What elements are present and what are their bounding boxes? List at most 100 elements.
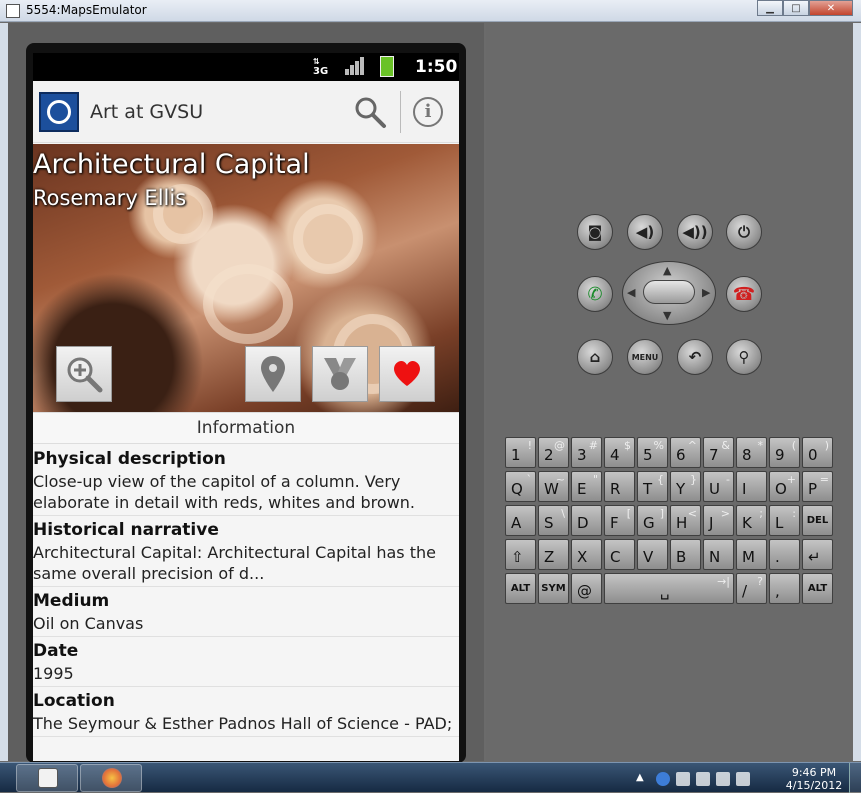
key-row3-6[interactable]: J >	[703, 505, 734, 536]
key-row2-6[interactable]: U-	[703, 471, 734, 502]
key-row4-3[interactable]: C	[604, 539, 635, 570]
key-row3-7[interactable]: K;	[736, 505, 767, 536]
key-row2-1[interactable]: W ~	[538, 471, 569, 502]
show-desktop-button[interactable]	[849, 763, 861, 793]
detail-historical-narrative[interactable]: Historical narrative Architectural Capit…	[33, 516, 459, 587]
volume-up-button[interactable]: ◀))	[677, 214, 713, 250]
zoom-button[interactable]	[56, 346, 112, 402]
key-label: 8	[742, 446, 752, 464]
key-row5-0[interactable]: ALT	[505, 573, 536, 604]
key-row5-1[interactable]: SYM	[538, 573, 569, 604]
key-row1-9[interactable]: 0)	[802, 437, 833, 468]
minimize-button[interactable]: ▁	[757, 0, 783, 16]
key-alt-label: &	[721, 439, 730, 452]
key-row5-2[interactable]: @	[571, 573, 602, 604]
home-button[interactable]: ⌂	[577, 339, 613, 375]
key-row2-8[interactable]: O +	[769, 471, 800, 502]
key-row2-3[interactable]: R	[604, 471, 635, 502]
key-row3-4[interactable]: G]	[637, 505, 668, 536]
tray-power-icon[interactable]	[696, 772, 710, 786]
clock-date: 4/15/2012	[785, 779, 843, 792]
tray-volume-icon[interactable]	[736, 772, 750, 786]
key-row3-1[interactable]: S \	[538, 505, 569, 536]
key-row2-7[interactable]: I	[736, 471, 767, 502]
menu-button[interactable]: MENU	[627, 339, 663, 375]
key-row3-2[interactable]: D	[571, 505, 602, 536]
key-row4-8[interactable]: .	[769, 539, 800, 570]
key-row4-2[interactable]: X	[571, 539, 602, 570]
key-row4-1[interactable]: Z	[538, 539, 569, 570]
detail-list: Physical description Close-up view of th…	[33, 445, 459, 737]
dpad-up-icon[interactable]: ▲	[663, 264, 671, 277]
key-label: N	[709, 548, 721, 566]
key-row5-3[interactable]: ␣ →|	[604, 573, 734, 604]
end-call-button[interactable]: ☎	[726, 276, 762, 312]
key-row3-0[interactable]: A	[505, 505, 536, 536]
tray-flag-icon[interactable]	[676, 772, 690, 786]
key-row4-4[interactable]: V	[637, 539, 668, 570]
key-row5-5[interactable]: ,	[769, 573, 800, 604]
key-row4-9[interactable]: ↵	[802, 539, 833, 570]
dpad-right-icon[interactable]: ▶	[702, 286, 710, 299]
dpad-center-button[interactable]	[643, 280, 695, 304]
key-row1-8[interactable]: 9(	[769, 437, 800, 468]
detail-location[interactable]: Location The Seymour & Esther Padnos Hal…	[33, 687, 459, 737]
key-row3-3[interactable]: F[	[604, 505, 635, 536]
dpad-down-icon[interactable]: ▼	[663, 309, 671, 322]
key-row4-6[interactable]: N	[703, 539, 734, 570]
key-label: .	[775, 548, 780, 566]
key-row5-4[interactable]: /?	[736, 573, 767, 604]
taskbar-paint-app[interactable]	[80, 764, 142, 792]
search-hw-button[interactable]: ⚲	[726, 339, 762, 375]
dpad-left-icon[interactable]: ◀	[627, 286, 635, 299]
key-row1-1[interactable]: 2 @	[538, 437, 569, 468]
key-row2-4[interactable]: T{	[637, 471, 668, 502]
key-alt-label: *	[757, 439, 764, 452]
volume-down-button[interactable]: ◀)	[627, 214, 663, 250]
key-alt-label: @	[554, 439, 565, 452]
key-row4-7[interactable]: M	[736, 539, 767, 570]
key-alt-label: #	[588, 439, 598, 452]
key-row1-4[interactable]: 5%	[637, 437, 668, 468]
key-row1-6[interactable]: 7 &	[703, 437, 734, 468]
key-row1-7[interactable]: 8 *	[736, 437, 767, 468]
key-row1-3[interactable]: 4 $	[604, 437, 635, 468]
key-row1-2[interactable]: 3 #	[571, 437, 602, 468]
key-row3-8[interactable]: L:	[769, 505, 800, 536]
key-row2-2[interactable]: E "	[571, 471, 602, 502]
key-row3-9[interactable]: DEL	[802, 505, 833, 536]
tour-button[interactable]	[312, 346, 368, 402]
key-row5-6[interactable]: ALT	[802, 573, 833, 604]
taskbar-clock[interactable]: 9:46 PM 4/15/2012	[784, 766, 844, 792]
windows-taskbar: ▲ 9:46 PM 4/15/2012	[0, 762, 861, 793]
key-row4-5[interactable]: B	[670, 539, 701, 570]
key-row1-5[interactable]: 6 ^	[670, 437, 701, 468]
power-button[interactable]: ⏻	[726, 214, 762, 250]
app-title: Art at GVSU	[90, 101, 204, 123]
key-row1-0[interactable]: 1!	[505, 437, 536, 468]
tray-network-icon[interactable]	[716, 772, 730, 786]
key-alt-label: `	[526, 473, 533, 486]
key-row4-0[interactable]: ⇧	[505, 539, 536, 570]
back-icon: ↶	[688, 348, 702, 366]
back-button[interactable]: ↶	[677, 339, 713, 375]
maximize-button[interactable]: □	[783, 0, 809, 16]
key-row2-9[interactable]: P =	[802, 471, 833, 502]
key-alt-label: ^	[687, 439, 697, 452]
close-button[interactable]: ✕	[809, 0, 853, 16]
map-location-button[interactable]	[245, 346, 301, 402]
camera-button[interactable]: ◙	[577, 214, 613, 250]
key-row2-5[interactable]: Y}	[670, 471, 701, 502]
tray-bluetooth-icon[interactable]	[656, 772, 670, 786]
tray-arrow-icon[interactable]: ▲	[636, 772, 650, 786]
search-icon[interactable]	[353, 95, 387, 129]
info-icon[interactable]: i	[413, 97, 443, 127]
key-label: J	[709, 514, 714, 532]
favorite-button[interactable]	[379, 346, 435, 402]
detail-label: Date	[33, 641, 79, 661]
key-alt-label: [	[626, 507, 631, 520]
key-row3-5[interactable]: H <	[670, 505, 701, 536]
key-row2-0[interactable]: Q `	[505, 471, 536, 502]
taskbar-emulator-app[interactable]	[16, 764, 78, 792]
call-button[interactable]: ✆	[577, 276, 613, 312]
